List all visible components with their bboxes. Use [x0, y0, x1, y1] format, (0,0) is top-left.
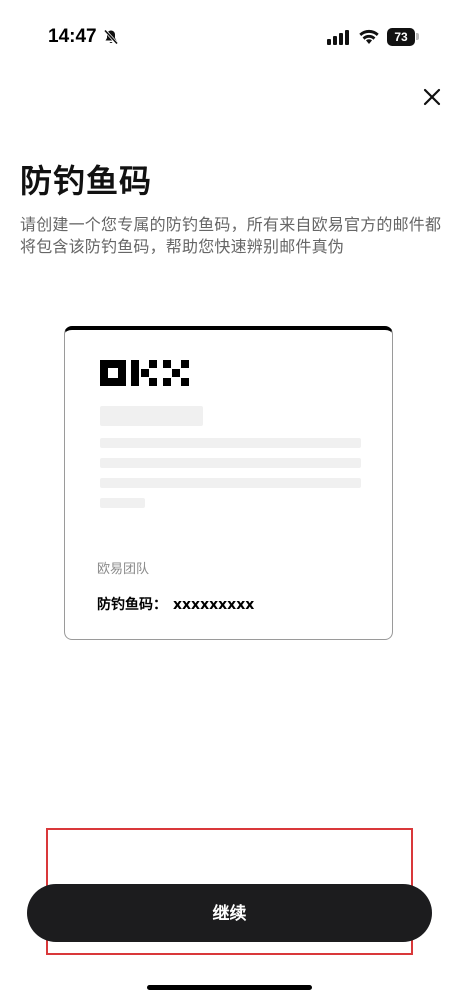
close-icon[interactable]: [420, 85, 444, 109]
skeleton-title: [100, 406, 203, 426]
team-label: 欧易团队: [97, 562, 150, 577]
status-time: 14:47: [48, 26, 97, 47]
battery-tip: [416, 33, 419, 40]
bell-slash-icon: [103, 29, 119, 45]
skeleton-line: [100, 438, 361, 448]
skeleton-line: [100, 458, 361, 468]
code-label: 防钓鱼码：: [97, 597, 167, 613]
okx-logo: [100, 360, 189, 386]
page-description: 请创建一个您专属的防钓鱼码，所有来自欧易官方的邮件都将包含该防钓鱼码，帮助您快速…: [20, 215, 442, 256]
status-bar: 14:47 73: [0, 0, 459, 70]
wifi-icon: [359, 29, 379, 44]
email-preview-card: 欧易团队 防钓鱼码： xxxxxxxxx: [64, 326, 393, 640]
battery-icon: 73: [387, 28, 415, 46]
anti-phishing-code-row: 防钓鱼码： xxxxxxxxx: [97, 594, 254, 614]
home-indicator: [147, 985, 312, 990]
skeleton-line: [100, 478, 361, 488]
code-value: xxxxxxxxx: [173, 597, 255, 613]
skeleton-line-short: [100, 498, 145, 508]
signal-icon: [327, 30, 349, 45]
continue-button[interactable]: 继续: [27, 884, 432, 942]
page-title: 防钓鱼码: [20, 162, 153, 200]
